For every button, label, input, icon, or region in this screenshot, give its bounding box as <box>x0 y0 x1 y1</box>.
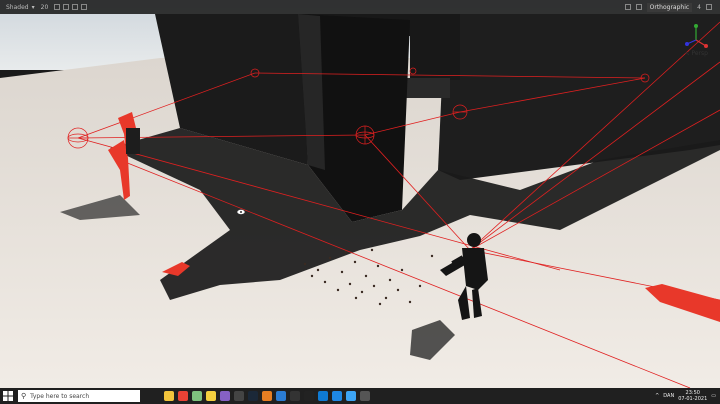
maximize-icon[interactable] <box>706 4 712 10</box>
start-button[interactable] <box>0 388 16 404</box>
clock[interactable]: 23:50 07-01-2021 <box>678 390 707 402</box>
lighting-icon[interactable] <box>635 4 642 10</box>
viewport-toolbar: Shaded ▾ 20 Orthographic 4 <box>0 0 720 14</box>
view-mode-dropdown[interactable]: Shaded ▾ <box>6 4 35 11</box>
wall-gap <box>405 78 450 98</box>
app-sound-icon[interactable] <box>346 391 356 401</box>
app-visual-studio-icon[interactable] <box>220 391 230 401</box>
app-steam-icon[interactable] <box>248 391 258 401</box>
chevron-up-icon[interactable]: ^ <box>655 393 659 399</box>
perspective-label[interactable]: < Persp <box>685 50 708 57</box>
eye-icon <box>236 209 246 215</box>
game-viewport[interactable]: Shaded ▾ 20 Orthographic 4 < Persp <box>0 0 720 388</box>
language-indicator[interactable]: DAN <box>663 393 674 399</box>
target-post <box>126 128 140 154</box>
grid-icon[interactable] <box>54 4 61 10</box>
app-sticky-icon[interactable] <box>206 391 216 401</box>
app-terminal-icon[interactable] <box>360 391 370 401</box>
clock-date: 07-01-2021 <box>678 396 708 402</box>
view-mode-label: Shaded <box>6 3 29 11</box>
camera-icon[interactable] <box>624 4 631 10</box>
toolbar-icons-left <box>54 4 88 10</box>
app-chrome-icon[interactable] <box>178 391 188 401</box>
scene-render <box>0 0 720 388</box>
scale-icon[interactable] <box>81 4 88 10</box>
app-obs-icon[interactable] <box>290 391 300 401</box>
snap-icon[interactable] <box>63 4 70 10</box>
fov-value: 20 <box>40 3 49 11</box>
system-tray: ^ DAN 23:50 07-01-2021 ▭ <box>655 390 716 402</box>
search-icon: ⚲ <box>21 392 27 400</box>
notification-icon[interactable]: ▭ <box>711 393 716 399</box>
app-blue-icon[interactable] <box>276 391 286 401</box>
fov-field[interactable]: 20 <box>41 4 49 11</box>
speed-value: 4 <box>697 3 701 11</box>
search-placeholder: Type here to search <box>30 392 90 400</box>
app-unity-icon[interactable] <box>304 391 314 401</box>
app-notes-icon[interactable] <box>192 391 202 401</box>
ortho-dropdown[interactable]: Orthographic <box>646 2 693 12</box>
search-box[interactable]: ⚲ Type here to search <box>18 390 140 402</box>
windows-icon <box>3 391 13 401</box>
chevron-down-icon: ▾ <box>31 3 35 11</box>
app-unreal-icon[interactable] <box>234 391 244 401</box>
taskbar: ⚲ Type here to search ^ DAN 23:50 07-01-… <box>0 388 720 404</box>
taskbar-apps <box>164 391 370 401</box>
rotate-icon[interactable] <box>72 4 79 10</box>
app-file-explorer-icon[interactable] <box>164 391 174 401</box>
ortho-label: Orthographic <box>649 3 690 11</box>
app-vscode-icon[interactable] <box>318 391 328 401</box>
app-mail-icon[interactable] <box>332 391 342 401</box>
speed-field[interactable]: 4 <box>697 4 701 11</box>
app-orange-icon[interactable] <box>262 391 272 401</box>
